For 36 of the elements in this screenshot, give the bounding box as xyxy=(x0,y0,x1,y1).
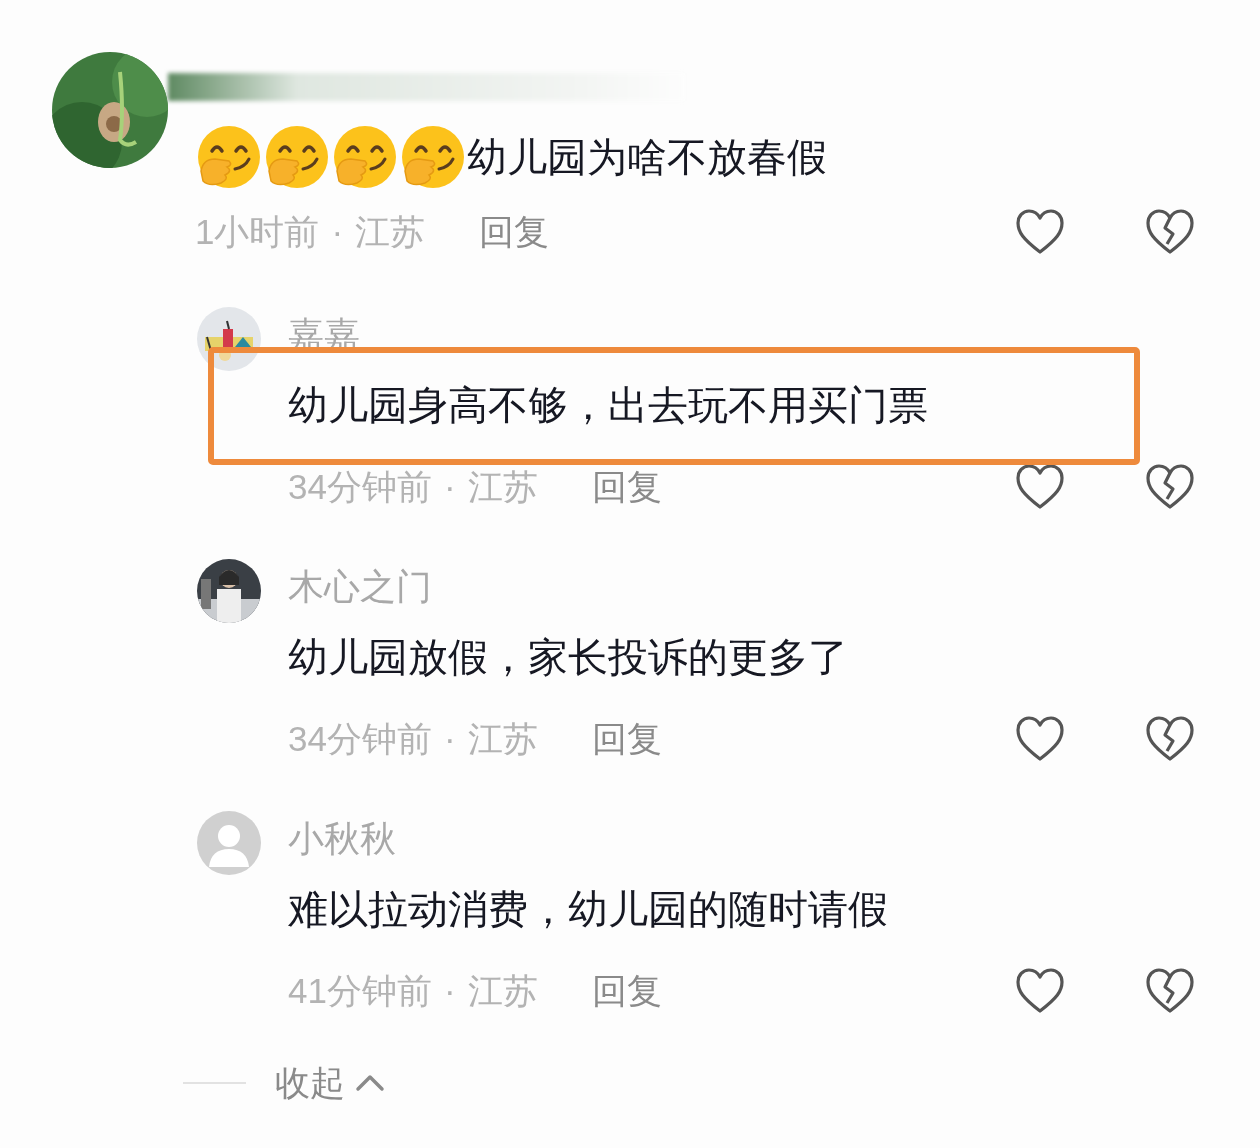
timestamp: 1小时前 xyxy=(195,210,320,253)
caret-up-icon xyxy=(355,1072,385,1094)
separator-dot: · xyxy=(443,717,456,760)
hand-over-mouth-emoji-icon xyxy=(195,123,263,191)
reply-link[interactable]: 回复 xyxy=(591,460,662,514)
comment-text: 幼儿园为啥不放春假 xyxy=(467,134,827,181)
comment-text: 幼儿园放假，家长投诉的更多了 xyxy=(288,634,849,681)
username: 木心之门 xyxy=(288,565,433,609)
location: 江苏 xyxy=(467,465,538,508)
broken-heart-icon[interactable] xyxy=(1145,967,1195,1015)
separator-dot: · xyxy=(331,210,344,253)
username: 小秋秋 xyxy=(288,817,397,861)
broken-heart-icon[interactable] xyxy=(1145,208,1195,256)
hand-over-mouth-emoji-icon xyxy=(263,123,331,191)
broken-heart-icon[interactable] xyxy=(1145,463,1195,511)
like-heart-icon[interactable] xyxy=(1015,208,1065,256)
like-heart-icon[interactable] xyxy=(1015,967,1065,1015)
collapse-button[interactable]: 收起 xyxy=(275,1056,385,1110)
hand-over-mouth-emoji-icon xyxy=(399,123,467,191)
timestamp: 34分钟前 xyxy=(288,465,432,508)
reply-link[interactable]: 回复 xyxy=(479,205,550,259)
location: 江苏 xyxy=(467,969,538,1012)
broken-heart-icon[interactable] xyxy=(1145,715,1195,763)
separator-dot: · xyxy=(443,969,456,1012)
timestamp: 41分钟前 xyxy=(288,969,432,1012)
like-heart-icon[interactable] xyxy=(1015,463,1065,511)
location: 江苏 xyxy=(467,717,538,760)
comment-text: 幼儿园身高不够，出去玩不用买门票 xyxy=(288,382,929,429)
like-heart-icon[interactable] xyxy=(1015,715,1065,763)
timestamp: 34分钟前 xyxy=(288,717,432,760)
comment-text: 难以拉动消费，幼儿园的随时请假 xyxy=(288,886,889,933)
reply-link[interactable]: 回复 xyxy=(591,964,662,1018)
separator-dot: · xyxy=(443,465,456,508)
reply-link[interactable]: 回复 xyxy=(591,712,662,766)
location: 江苏 xyxy=(355,210,426,253)
hand-over-mouth-emoji-icon xyxy=(331,123,399,191)
